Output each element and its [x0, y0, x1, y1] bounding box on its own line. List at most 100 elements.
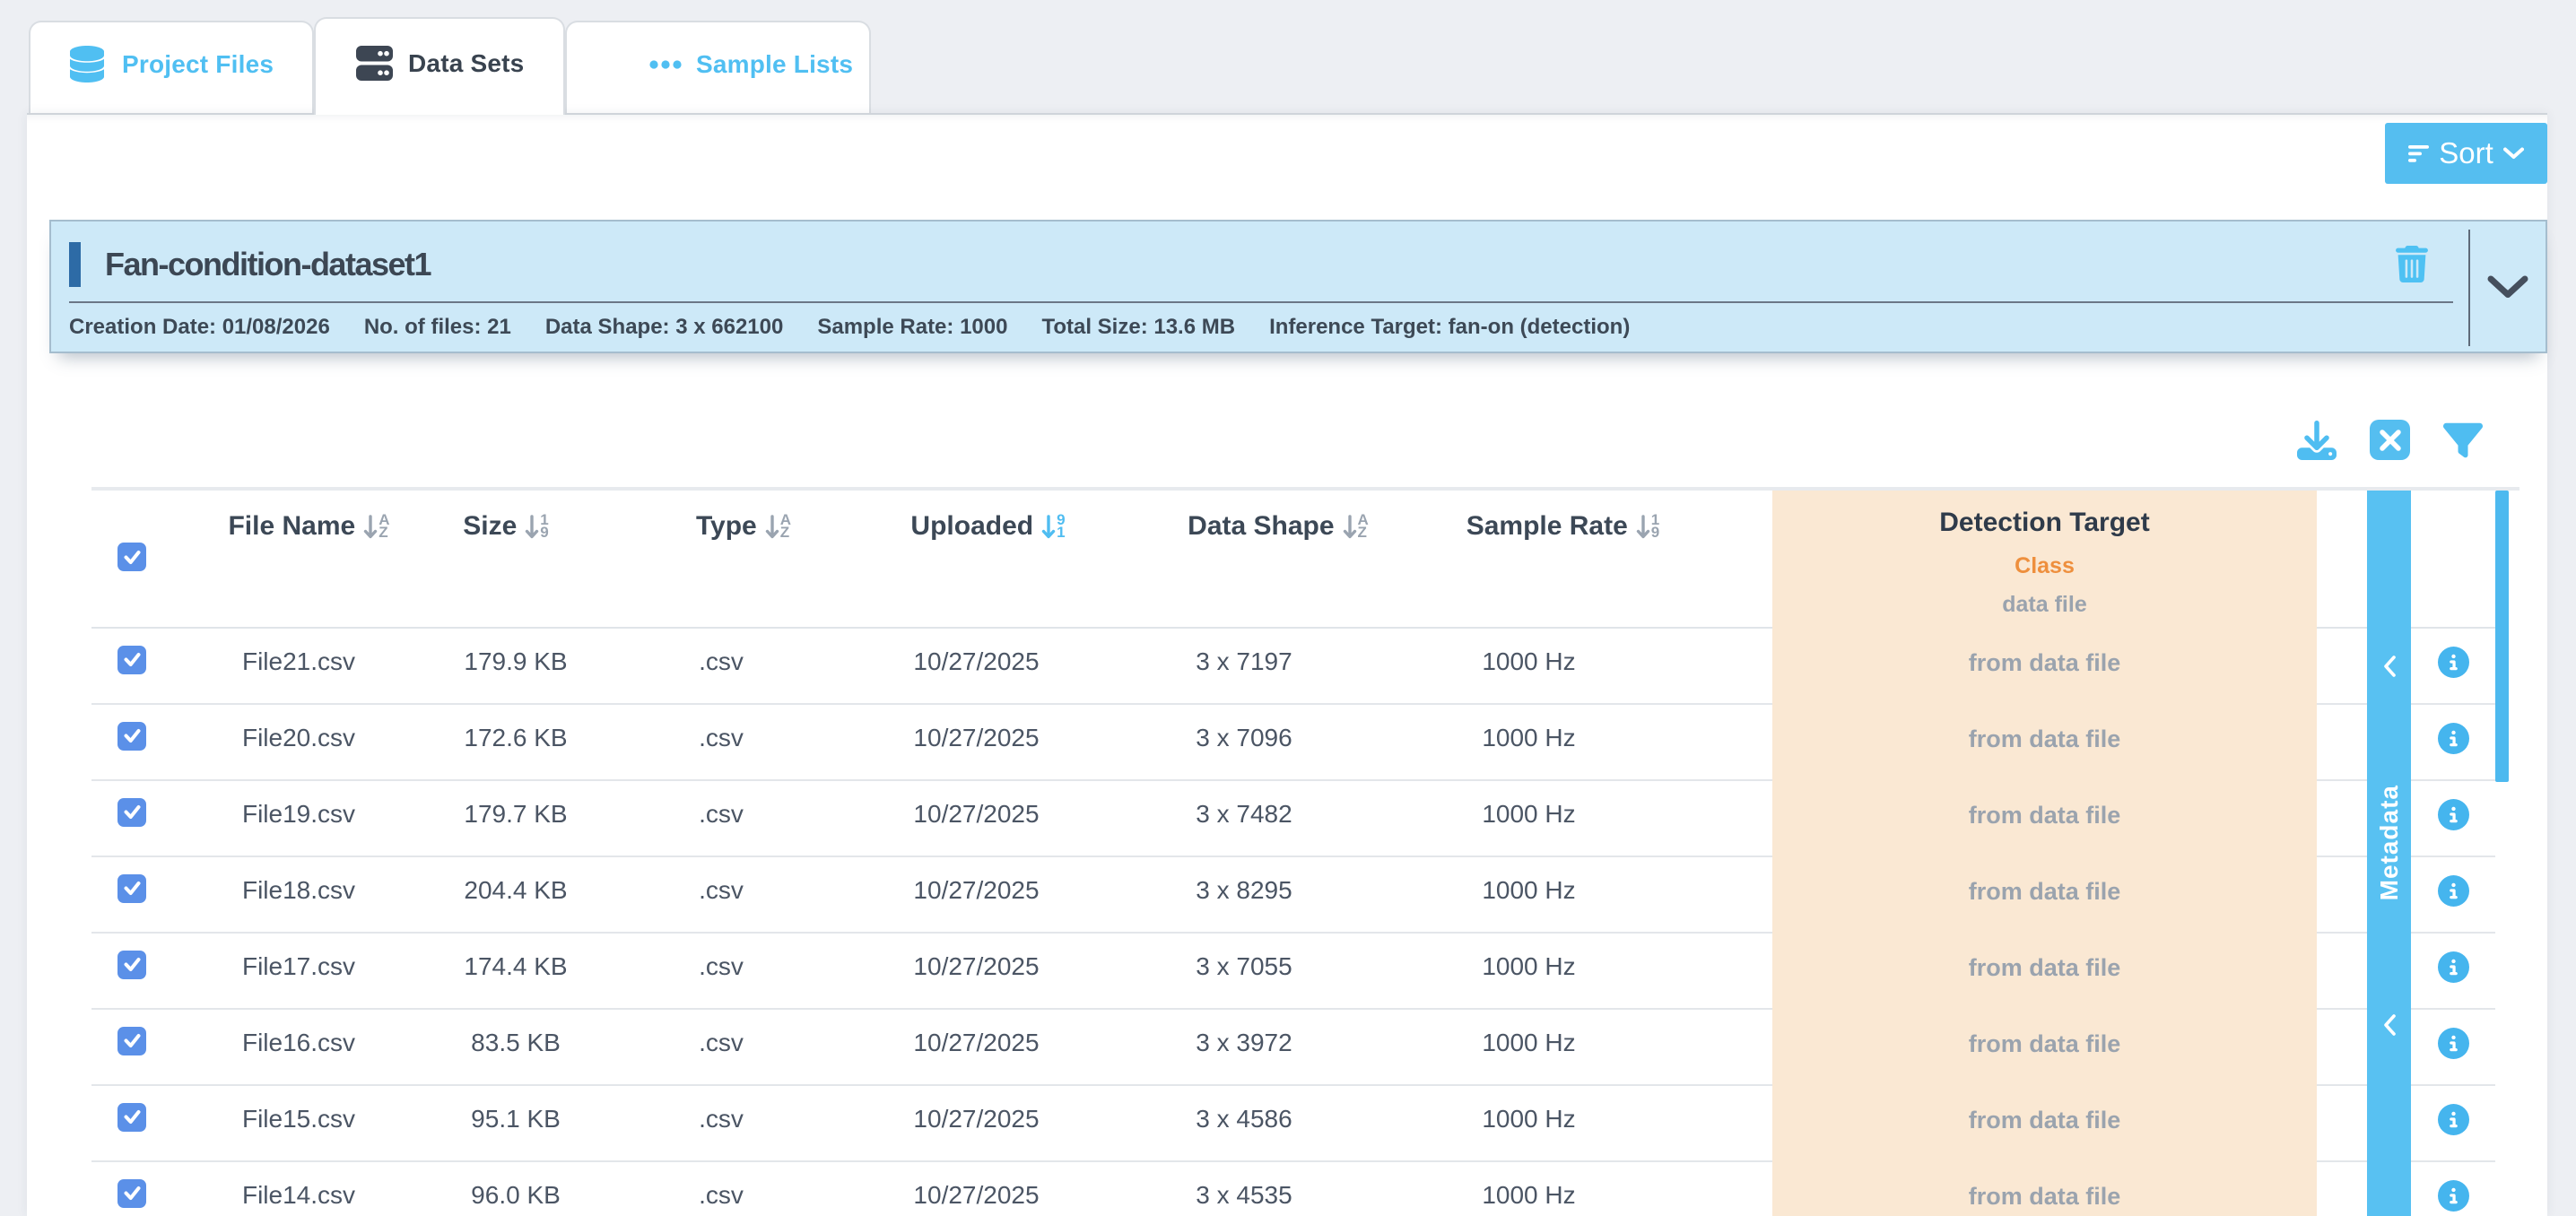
content-sheet: Sort Fan-condition-dataset1 C — [27, 113, 2547, 1216]
cell-data-shape: 3 x 7197 — [1121, 629, 1399, 705]
cell-data-shape: 3 x 7096 — [1121, 705, 1399, 781]
cell-data-shape: 3 x 7482 — [1121, 781, 1399, 857]
title-accent-bar — [69, 242, 81, 287]
cell-data-shape: 3 x 3972 — [1121, 1010, 1399, 1086]
cell-type: .csv — [614, 934, 839, 1010]
column-header-size[interactable]: Size19 — [417, 491, 614, 629]
cell-uploaded: 10/27/2025 — [839, 629, 1121, 705]
meta-total-size: Total Size: 13.6 MB — [1041, 315, 1235, 340]
files-table: File NameAZSize19TypeAZUploaded91Data Sh… — [91, 487, 2519, 1216]
row-checkbox[interactable] — [117, 874, 146, 903]
cell-file-name: File17.csv — [188, 934, 417, 1010]
page: Project Files Data Sets Sample Lists — [0, 0, 2576, 1216]
table-row: File15.csv95.1 KB.csv10/27/20253 x 45861… — [91, 1086, 2519, 1162]
row-info-button[interactable] — [2438, 1180, 2469, 1212]
clear-filter-button[interactable] — [2370, 420, 2410, 460]
tab-project-files[interactable]: Project Files — [29, 21, 314, 113]
row-checkbox[interactable] — [117, 646, 146, 674]
download-button[interactable] — [2297, 421, 2337, 460]
cell-file-name: File20.csv — [188, 705, 417, 781]
row-info-button[interactable] — [2438, 1104, 2469, 1135]
table-row: File16.csv83.5 KB.csv10/27/20253 x 39721… — [91, 1010, 2519, 1086]
meta-file-count: No. of files: 21 — [364, 315, 511, 340]
cell-sample-rate: 1000 Hz — [1399, 1086, 1673, 1162]
sort-icon: 19 — [525, 514, 548, 539]
table-row: File19.csv179.7 KB.csv10/27/20253 x 7482… — [91, 781, 2519, 857]
table-row: File17.csv174.4 KB.csv10/27/20253 x 7055… — [91, 934, 2519, 1010]
meta-creation-date: Creation Date: 01/08/2026 — [69, 315, 330, 340]
cell-sample-rate: 1000 Hz — [1399, 629, 1673, 705]
table-row: File18.csv204.4 KB.csv10/27/20253 x 8295… — [91, 857, 2519, 934]
row-info-button[interactable] — [2438, 951, 2469, 983]
row-info-button[interactable] — [2438, 723, 2469, 754]
metadata-strip[interactable]: Metadata — [2367, 491, 2411, 1216]
column-header-shape[interactable]: Data ShapeAZ — [1121, 491, 1399, 629]
column-header-type[interactable]: TypeAZ — [614, 491, 839, 629]
cell-data-shape: 3 x 4586 — [1121, 1086, 1399, 1162]
chevron-left-icon — [2367, 1014, 2411, 1040]
column-header-uploaded[interactable]: Uploaded91 — [839, 491, 1121, 629]
row-info-button[interactable] — [2438, 1028, 2469, 1059]
row-checkbox[interactable] — [117, 1027, 146, 1055]
cell-file-name: File14.csv — [188, 1162, 417, 1216]
cell-type: .csv — [614, 781, 839, 857]
delete-dataset-button[interactable] — [2396, 246, 2428, 282]
row-info-button[interactable] — [2438, 647, 2469, 678]
tab-sample-lists[interactable]: Sample Lists — [565, 21, 871, 113]
column-header-rate[interactable]: Sample Rate19 — [1399, 491, 1673, 629]
cell-sample-rate: 1000 Hz — [1399, 857, 1673, 934]
row-info-button[interactable] — [2438, 875, 2469, 907]
x-icon — [2380, 430, 2401, 451]
cell-type: .csv — [614, 629, 839, 705]
sort-icon: AZ — [1343, 514, 1369, 539]
row-checkbox[interactable] — [117, 1179, 146, 1208]
cell-size: 179.7 KB — [417, 781, 614, 857]
sort-label: Sort — [2439, 136, 2493, 170]
cell-file-name: File21.csv — [188, 629, 417, 705]
dataset-meta: Creation Date: 01/08/2026 No. of files: … — [69, 303, 2453, 352]
cell-type: .csv — [614, 857, 839, 934]
row-info-button[interactable] — [2438, 799, 2469, 830]
column-header-name[interactable]: File NameAZ — [188, 491, 417, 629]
cell-data-shape: 3 x 4535 — [1121, 1162, 1399, 1216]
cell-detection-target: from data file — [1772, 629, 2317, 705]
cell-detection-target: from data file — [1772, 781, 2317, 857]
table-scrollbar[interactable] — [2495, 491, 2509, 782]
cell-type: .csv — [614, 705, 839, 781]
dataset-card: Fan-condition-dataset1 Creation Date: 01… — [49, 220, 2547, 353]
cell-file-name: File19.csv — [188, 781, 417, 857]
cell-file-name: File16.csv — [188, 1010, 417, 1086]
cell-uploaded: 10/27/2025 — [839, 781, 1121, 857]
cell-detection-target: from data file — [1772, 857, 2317, 934]
meta-sample-rate: Sample Rate: 1000 — [817, 315, 1007, 340]
table-row: File21.csv179.9 KB.csv10/27/20253 x 7197… — [91, 629, 2519, 705]
collapse-dataset-button[interactable] — [2470, 221, 2546, 352]
cell-sample-rate: 1000 Hz — [1399, 705, 1673, 781]
row-checkbox[interactable] — [117, 1103, 146, 1132]
cell-detection-target: from data file — [1772, 705, 2317, 781]
dataset-title: Fan-condition-dataset1 — [105, 246, 431, 283]
row-checkbox[interactable] — [117, 798, 146, 827]
cell-sample-rate: 1000 Hz — [1399, 1010, 1673, 1086]
metadata-strip-label: Metadata — [2375, 785, 2404, 900]
filter-button[interactable] — [2443, 421, 2483, 460]
cell-uploaded: 10/27/2025 — [839, 1010, 1121, 1086]
sort-button[interactable]: Sort — [2385, 123, 2547, 184]
row-checkbox[interactable] — [117, 722, 146, 751]
sort-lines-icon — [2408, 145, 2429, 162]
server-icon — [356, 46, 393, 81]
sort-icon: 91 — [1041, 514, 1065, 539]
chevron-down-icon — [2503, 147, 2524, 160]
cell-sample-rate: 1000 Hz — [1399, 1162, 1673, 1216]
select-all-checkbox[interactable] — [117, 543, 146, 571]
row-checkbox[interactable] — [117, 951, 146, 979]
table-tools — [2297, 420, 2483, 460]
cell-detection-target: from data file — [1772, 1010, 2317, 1086]
cell-uploaded: 10/27/2025 — [839, 934, 1121, 1010]
tab-data-sets[interactable]: Data Sets — [314, 17, 565, 115]
cell-size: 204.4 KB — [417, 857, 614, 934]
dataset-card-main: Fan-condition-dataset1 Creation Date: 01… — [51, 221, 2468, 352]
database-icon — [70, 46, 104, 83]
cell-file-name: File18.csv — [188, 857, 417, 934]
table-row: File20.csv172.6 KB.csv10/27/20253 x 7096… — [91, 705, 2519, 781]
